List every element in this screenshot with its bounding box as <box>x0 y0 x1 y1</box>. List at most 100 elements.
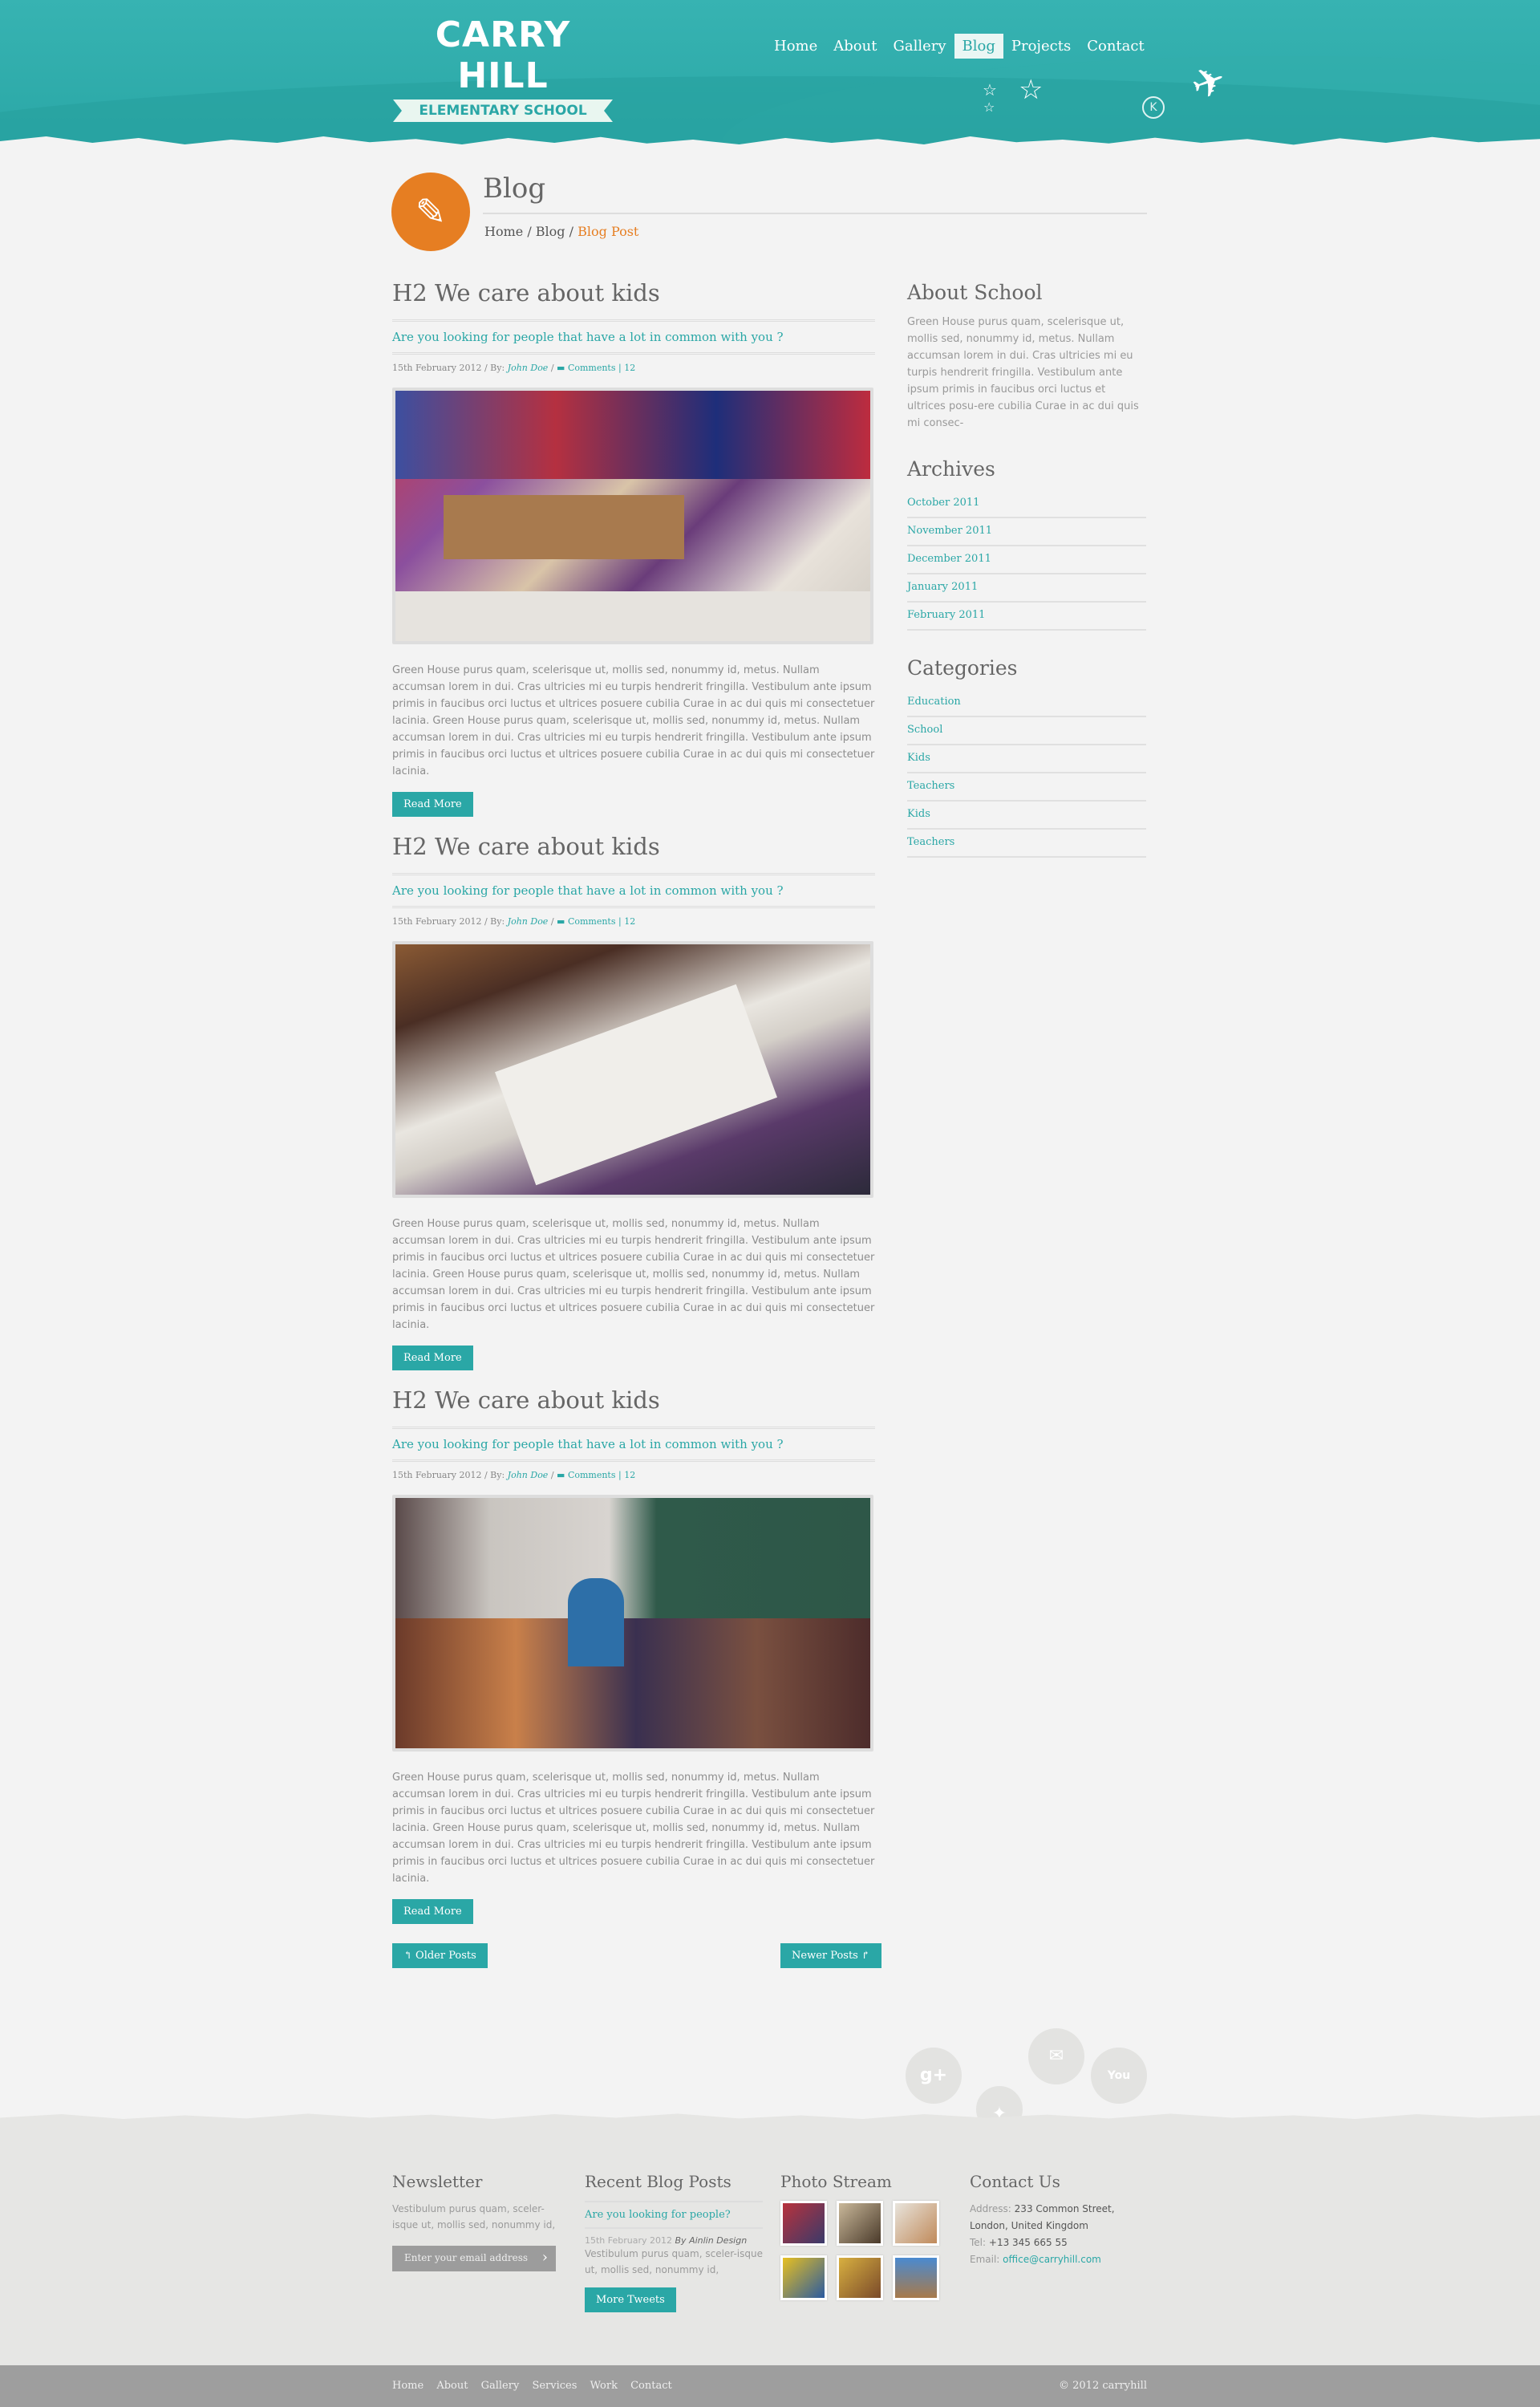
category-item[interactable]: Kids <box>907 802 1146 830</box>
post-body: Green House purus quam, scelerisque ut, … <box>392 1218 875 1331</box>
post-meta: 15th February 2012 / By: John Doe / ▬ Co… <box>392 1470 636 1480</box>
post-title[interactable]: H2 We care about kids <box>392 1386 875 1419</box>
post-author[interactable]: John Doe <box>508 1470 549 1480</box>
post-author[interactable]: John Doe <box>508 363 549 373</box>
category-item[interactable]: School <box>907 717 1146 745</box>
site-logo[interactable]: CARRY HILL ELEMENTARY SCHOOL <box>393 14 613 122</box>
archive-item[interactable]: February 2011 <box>907 603 1146 631</box>
about-title: About School <box>907 281 1043 304</box>
footer-link-contact[interactable]: Contact <box>630 2380 672 2392</box>
archive-item[interactable]: January 2011 <box>907 574 1146 603</box>
photo-thumbnail[interactable] <box>780 2201 827 2246</box>
photo-thumbnail[interactable] <box>780 2255 827 2300</box>
post-by: By: <box>490 1470 505 1480</box>
nav-about[interactable]: About <box>825 34 885 59</box>
address-line: London, United Kingdom <box>970 2220 1088 2231</box>
recent-post-date: 15th February 2012 <box>585 2235 673 2246</box>
youtube-icon[interactable]: You <box>1091 2048 1147 2104</box>
tel-label: Tel: <box>970 2237 987 2248</box>
blog-post: H2 We care about kids Are you looking fo… <box>392 833 875 1370</box>
address-label: Address: <box>970 2203 1011 2214</box>
address-line: 233 Common Street, <box>1014 2203 1115 2214</box>
pencil-icon: ✎ <box>391 173 470 251</box>
archive-item[interactable]: November 2011 <box>907 518 1146 546</box>
categories-list: Education School Kids Teachers Kids Teac… <box>907 689 1146 858</box>
photo-thumbnail[interactable] <box>837 2201 883 2246</box>
comment-icon: ▬ <box>557 363 565 373</box>
logo-name: CARRY HILL <box>435 14 571 96</box>
post-author[interactable]: John Doe <box>508 916 549 927</box>
newsletter-text: Vestibulum purus quam, sceler-isque ut, … <box>392 2203 556 2230</box>
star-icon: ☆ <box>1019 74 1044 106</box>
post-image[interactable] <box>392 388 873 644</box>
chevron-right-icon[interactable]: › <box>542 2249 548 2266</box>
badge-icon: K <box>1142 96 1165 119</box>
comment-icon: ▬ <box>557 1470 565 1480</box>
email-icon[interactable]: ✉ <box>1028 2028 1084 2084</box>
star-icon: ☆ <box>983 80 997 99</box>
nav-contact[interactable]: Contact <box>1079 34 1152 59</box>
photo-thumbnail[interactable] <box>893 2255 939 2300</box>
tel-value: +13 345 665 55 <box>988 2237 1068 2248</box>
bottom-bar: Home About Gallery Services Work Contact… <box>0 2365 1540 2407</box>
breadcrumb-blog[interactable]: Blog <box>536 224 565 239</box>
post-body: Green House purus quam, scelerisque ut, … <box>392 1772 875 1885</box>
site-header: CARRY HILL ELEMENTARY SCHOOL Home About … <box>0 0 1540 148</box>
post-comments[interactable]: Comments | 12 <box>568 363 635 373</box>
breadcrumb: Home / Blog / Blog Post <box>484 224 639 239</box>
footer-link-about[interactable]: About <box>436 2380 468 2392</box>
footer-link-services[interactable]: Services <box>532 2380 577 2392</box>
older-posts-button[interactable]: ↰ Older Posts <box>392 1943 488 1968</box>
post-subtitle[interactable]: Are you looking for people that have a l… <box>392 873 875 908</box>
site-footer: Newsletter Vestibulum purus quam, sceler… <box>0 2113 1540 2365</box>
nav-blog[interactable]: Blog <box>954 34 1003 59</box>
archive-item[interactable]: October 2011 <box>907 490 1146 518</box>
recent-posts-column: Recent Blog Posts Are you looking for pe… <box>585 2172 763 2312</box>
main-nav: Home About Gallery Blog Projects Contact <box>766 34 1153 59</box>
category-item[interactable]: Education <box>907 689 1146 717</box>
post-comments[interactable]: Comments | 12 <box>568 916 635 927</box>
email-link[interactable]: office@carryhill.com <box>1003 2254 1101 2265</box>
breadcrumb-current: Blog Post <box>578 224 639 239</box>
post-title[interactable]: H2 We care about kids <box>392 279 875 311</box>
post-image[interactable] <box>392 941 873 1198</box>
page-heading: ✎ Blog Home / Blog / Blog Post <box>391 173 1147 253</box>
recent-post-link[interactable]: Are you looking for people? <box>585 2201 763 2229</box>
photo-thumbnail[interactable] <box>837 2255 883 2300</box>
nav-projects[interactable]: Projects <box>1003 34 1079 59</box>
category-item[interactable]: Teachers <box>907 830 1146 858</box>
read-more-button[interactable]: Read More <box>392 1346 473 1370</box>
post-comments[interactable]: Comments | 12 <box>568 1470 635 1480</box>
contact-title: Contact Us <box>970 2172 1060 2191</box>
page-title: Blog <box>483 173 546 205</box>
post-subtitle[interactable]: Are you looking for people that have a l… <box>392 319 875 355</box>
post-body: Green House purus quam, scelerisque ut, … <box>392 664 875 777</box>
newsletter-email-input[interactable]: Enter your email address › <box>392 2246 556 2271</box>
photo-thumbnail[interactable] <box>893 2201 939 2246</box>
more-tweets-button[interactable]: More Tweets <box>585 2287 676 2312</box>
nav-gallery[interactable]: Gallery <box>885 34 954 59</box>
archive-item[interactable]: December 2011 <box>907 546 1146 574</box>
older-posts-label: Older Posts <box>415 1950 476 1962</box>
read-more-button[interactable]: Read More <box>392 1899 473 1924</box>
post-subtitle[interactable]: Are you looking for people that have a l… <box>392 1427 875 1462</box>
post-image[interactable] <box>392 1495 873 1751</box>
blog-post: H2 We care about kids Are you looking fo… <box>392 1386 875 1924</box>
footer-link-work[interactable]: Work <box>590 2380 618 2392</box>
footer-link-gallery[interactable]: Gallery <box>481 2380 520 2392</box>
post-title[interactable]: H2 We care about kids <box>392 833 875 865</box>
divider <box>483 213 1147 214</box>
logo-tagline: ELEMENTARY SCHOOL <box>393 99 613 122</box>
category-item[interactable]: Kids <box>907 745 1146 773</box>
newer-posts-button[interactable]: Newer Posts ↱ <box>780 1943 881 1968</box>
read-more-button[interactable]: Read More <box>392 792 473 817</box>
google-plus-icon[interactable]: g+ <box>906 2048 962 2104</box>
breadcrumb-home[interactable]: Home <box>484 224 523 239</box>
categories-title: Categories <box>907 656 1018 680</box>
nav-home[interactable]: Home <box>766 34 825 59</box>
contact-details: Address: 233 Common Street, London, Unit… <box>970 2201 1148 2268</box>
footer-link-home[interactable]: Home <box>392 2380 424 2392</box>
table-surface <box>494 984 778 1186</box>
category-item[interactable]: Teachers <box>907 773 1146 802</box>
recent-post-text: Vestibulum purus quam, sceler-isque ut, … <box>585 2248 763 2275</box>
